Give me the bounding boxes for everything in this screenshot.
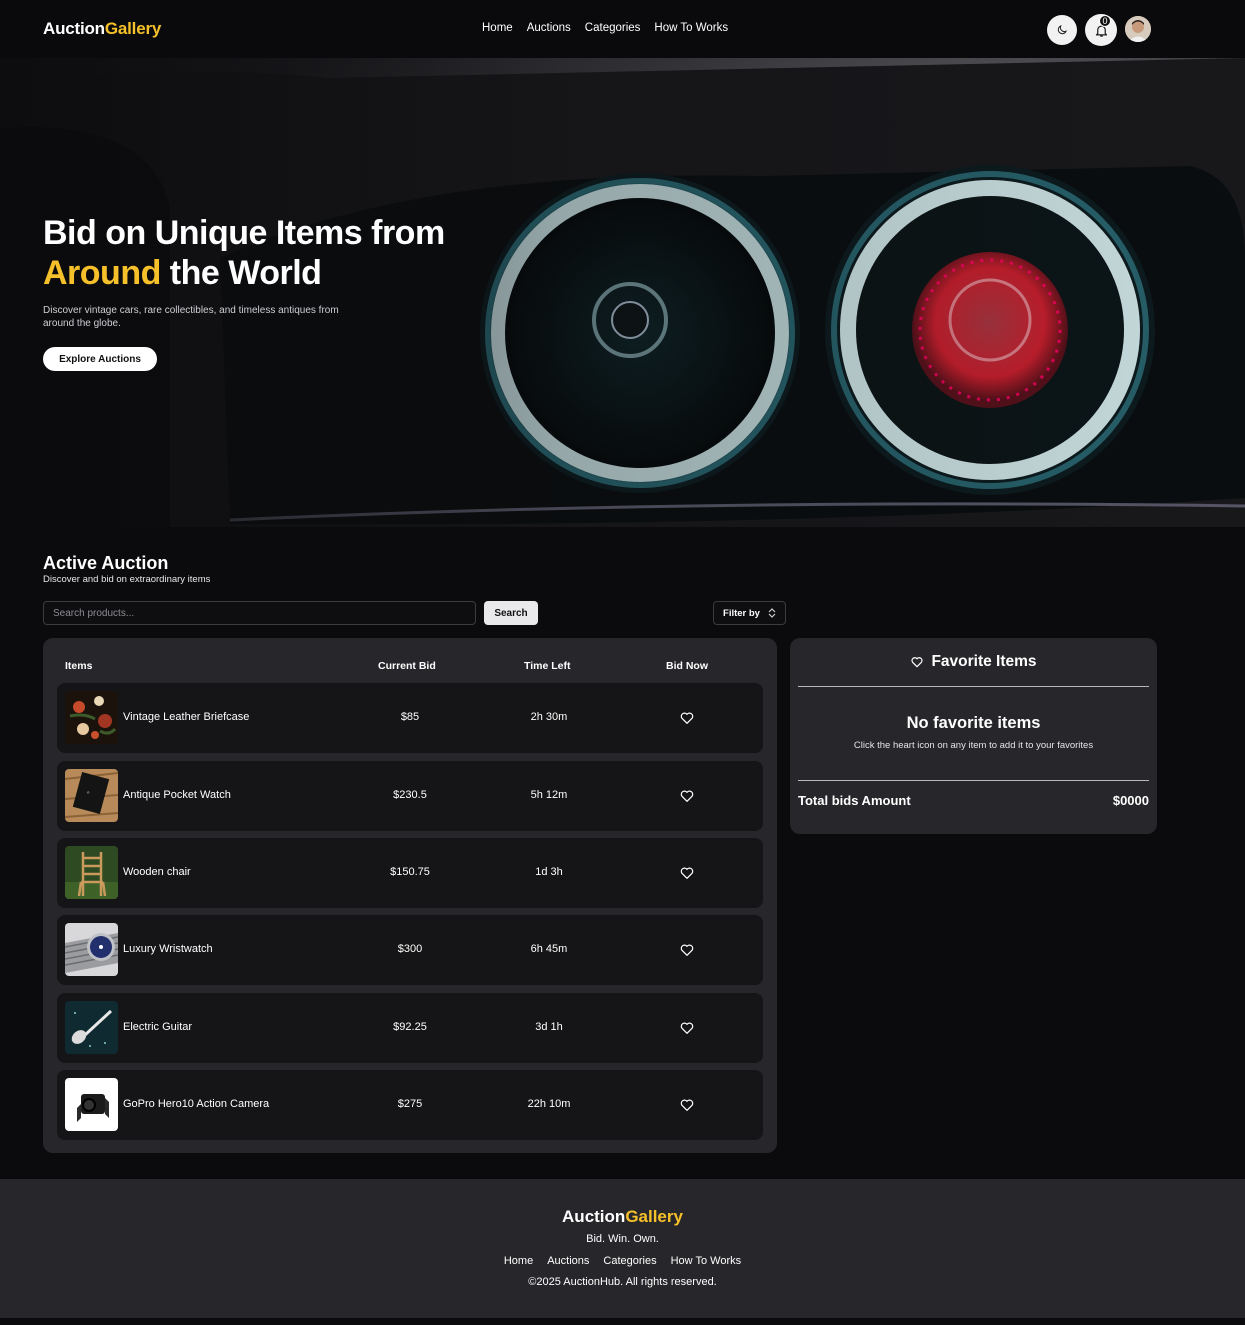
item-thumbnail [65,1078,118,1131]
table-row[interactable]: Wooden chair $150.75 1d 3h [57,838,763,908]
user-avatar[interactable] [1125,16,1151,42]
footer-logo-main: Auction [562,1207,626,1226]
item-thumbnail [65,1001,118,1054]
footer-link-categories[interactable]: Categories [603,1255,656,1267]
item-current-bid: $92.25 [393,1021,427,1033]
item-name: Luxury Wristwatch [123,943,213,955]
site-logo[interactable]: AuctionGallery [43,19,161,39]
item-time-left: 22h 10m [527,1098,571,1110]
nav-link-home[interactable]: Home [482,22,513,34]
heart-icon [911,657,923,668]
item-name: Vintage Leather Briefcase [123,711,250,723]
search-button[interactable]: Search [484,601,538,625]
favorites-empty-subtitle: Click the heart icon on any item to add … [853,740,1094,751]
moon-icon [1057,25,1067,35]
heart-icon[interactable] [679,865,695,881]
item-time-left: 6h 45m [530,943,568,955]
column-header-items: Items [65,660,93,672]
heart-icon[interactable] [679,788,695,804]
section-title: Active Auction [43,553,169,573]
item-time-left: 2h 30m [530,711,568,723]
favorites-panel: Favorite Items No favorite items Click t… [790,638,1157,834]
item-thumbnail [65,846,118,899]
item-current-bid: $300 [397,943,423,955]
item-current-bid: $230.5 [393,789,427,801]
nav-link-auctions[interactable]: Auctions [527,22,571,34]
item-time-left: 1d 3h [535,866,563,878]
divider [798,780,1149,781]
footer-link-how-to-works[interactable]: How To Works [671,1255,742,1267]
nav-link-categories[interactable]: Categories [585,22,641,34]
item-time-left: 5h 12m [530,789,568,801]
heart-icon[interactable] [679,1097,695,1113]
nav-links: Home Auctions Categories How To Works [482,22,728,34]
filter-label: Filter by [723,607,760,619]
item-thumbnail [65,923,118,976]
notification-badge: 0 [1099,15,1111,27]
favorites-title: Favorite Items [790,653,1157,671]
footer-link-auctions[interactable]: Auctions [547,1255,589,1267]
hero-title: Bid on Unique Items from Around the Worl… [43,213,445,293]
nav-link-how-to-works[interactable]: How To Works [654,22,728,34]
item-current-bid: $150.75 [390,866,430,878]
item-time-left: 3d 1h [535,1021,563,1033]
table-row[interactable]: Vintage Leather Briefcase $85 2h 30m [57,683,763,753]
top-navbar: AuctionGallery Home Auctions Categories … [0,0,1245,58]
notifications-button[interactable]: 0 [1085,14,1117,46]
footer-logo-accent: Gallery [625,1207,683,1226]
column-header-current-bid: Current Bid [378,660,436,672]
table-row[interactable]: ✧ Antique Pocket Watch $230.5 5h 12m [57,761,763,831]
column-header-bid-now: Bid Now [666,660,708,672]
footer-link-home[interactable]: Home [504,1255,533,1267]
sort-arrows-icon [768,608,776,618]
heart-icon[interactable] [679,710,695,726]
table-row[interactable]: Electric Guitar $92.25 3d 1h [57,993,763,1063]
item-name: GoPro Hero10 Action Camera [123,1098,270,1110]
footer-links: Home Auctions Categories How To Works [0,1255,1245,1267]
filter-dropdown[interactable]: Filter by [713,601,786,625]
theme-toggle-button[interactable] [1047,15,1077,45]
heart-icon[interactable] [679,942,695,958]
section-subtitle: Discover and bid on extraordinary items [43,574,211,585]
hero-title-accent: Around [43,254,161,292]
footer: AuctionGallery Bid. Win. Own. Home Aucti… [0,1179,1245,1318]
footer-logo[interactable]: AuctionGallery [0,1207,1245,1227]
hero-subtitle: Discover vintage cars, rare collectibles… [43,305,339,329]
item-thumbnail: ✧ [65,769,118,822]
logo-main: Auction [43,19,105,38]
search-input[interactable] [43,601,476,625]
item-name: Wooden chair [123,866,191,878]
favorites-empty-title: No favorite items [906,714,1041,732]
table-row[interactable]: GoPro Hero10 Action Camera $275 22h 10m [57,1070,763,1140]
total-bids-label: Total bids Amount [798,793,911,808]
favorites-title-text: Favorite Items [931,653,1037,670]
explore-auctions-button[interactable]: Explore Auctions [43,347,157,371]
page-bottom [0,1318,1245,1325]
divider [798,686,1149,687]
auction-table: Items Current Bid Time Left Bid Now Vint… [43,638,777,1153]
item-thumbnail [65,691,118,744]
item-name: Electric Guitar [123,1021,193,1033]
logo-accent: Gallery [104,19,162,38]
total-bids-value: $0000 [1112,793,1149,808]
table-row[interactable]: Luxury Wristwatch $300 6h 45m [57,915,763,985]
item-name: Antique Pocket Watch [123,789,231,801]
column-header-time-left: Time Left [524,660,571,672]
item-current-bid: $85 [400,711,420,723]
footer-copyright: ©2025 AuctionHub. All rights reserved. [528,1276,717,1288]
footer-tagline: Bid. Win. Own. [586,1233,659,1245]
heart-icon[interactable] [679,1020,695,1036]
hero-title-line1: Bid on Unique Items from [43,214,445,252]
hero-title-rest: the World [160,254,322,292]
hero-banner: Bid on Unique Items from Around the Worl… [0,58,1245,527]
item-current-bid: $275 [397,1098,423,1110]
